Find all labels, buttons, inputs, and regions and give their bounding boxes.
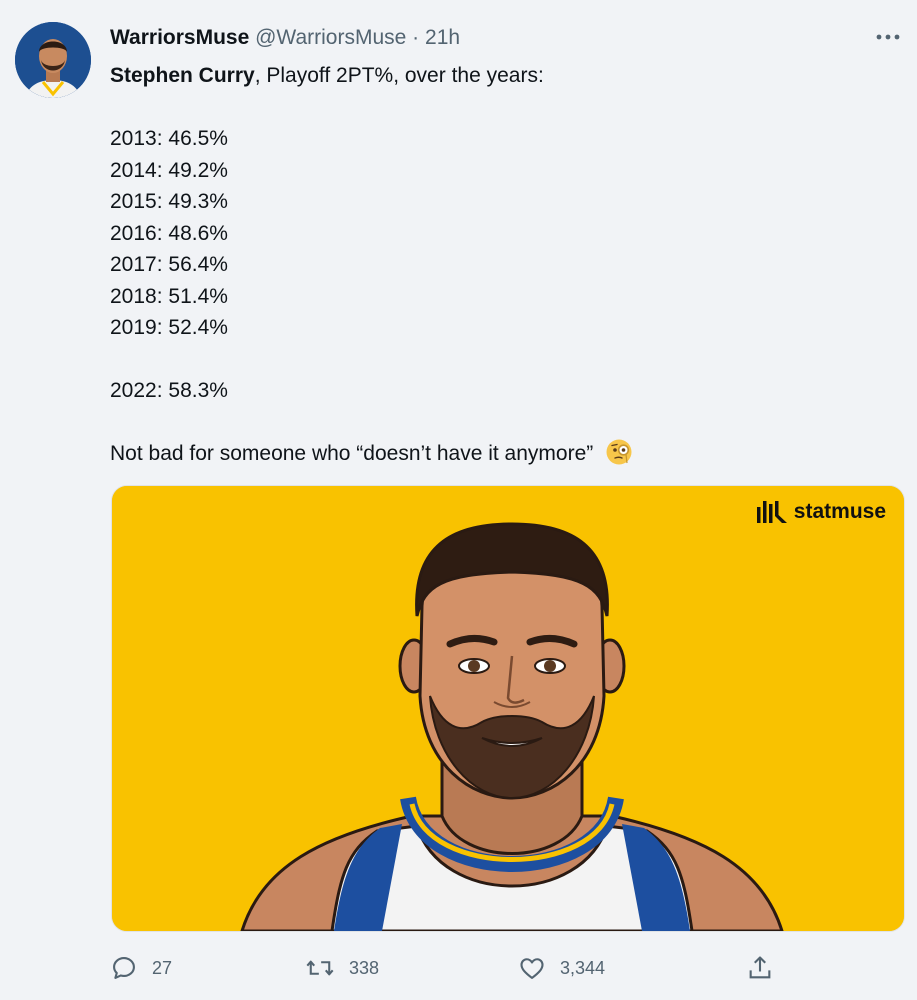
timestamp[interactable]: 21h [425, 26, 460, 49]
avatar[interactable] [15, 22, 91, 98]
share-icon [749, 956, 771, 979]
reply-count: 27 [152, 957, 173, 978]
handle[interactable]: @WarriorsMuse [255, 26, 406, 49]
reply-button[interactable]: 27 [110, 950, 172, 986]
statmuse-wordmark: statmuse [793, 500, 886, 523]
stat-line: 2014: 49.2% [110, 158, 228, 182]
retweet-icon [306, 960, 334, 976]
stat-line-2022: 2022: 58.3% [110, 379, 228, 402]
face-with-monocle-icon [605, 438, 633, 476]
closing-text: Not bad for someone who “doesn’t have it… [110, 442, 594, 465]
like-button[interactable]: 3,344 [518, 950, 605, 986]
player-illustration [112, 486, 904, 931]
heart-icon [520, 958, 544, 979]
more-options-button[interactable] [870, 22, 906, 52]
stat-line: 2013: 46.5% [110, 127, 228, 150]
avatar-portrait-icon [15, 22, 91, 98]
reply-icon [113, 957, 135, 979]
stat-line: 2015: 49.3% [110, 190, 228, 213]
display-name[interactable]: WarriorsMuse [110, 26, 249, 49]
stat-line: 2018: 51.4% [110, 284, 228, 308]
statmuse-logo-icon [756, 501, 787, 523]
separator: · [412, 26, 420, 49]
like-count: 3,344 [560, 957, 606, 978]
share-button[interactable] [746, 950, 774, 986]
player-name[interactable]: Stephen Curry [110, 64, 255, 87]
more-icon [876, 34, 900, 40]
media-image[interactable]: statmuse [111, 485, 905, 932]
retweet-button[interactable]: 338 [305, 950, 379, 986]
retweet-count: 338 [349, 957, 380, 978]
intro-text: , Playoff 2PT%, over the years: [254, 64, 544, 87]
tweet-header: WarriorsMuse @WarriorsMuse · 21h [110, 24, 460, 52]
tweet-text: Stephen Curry, Playoff 2PT%, over the ye… [110, 60, 870, 470]
stat-line: 2019: 52.4% [110, 316, 228, 339]
intro-line: Stephen Curry, Playoff 2PT%, over the ye… [110, 60, 870, 92]
tweet: WarriorsMuse @WarriorsMuse · 21h Stephen… [0, 0, 917, 1000]
stat-line: 2016: 48.6% [110, 221, 228, 245]
statmuse-brand: statmuse [756, 500, 886, 524]
tweet-actions: 27 338 3,344 [110, 950, 790, 986]
closing-line: Not bad for someone who “doesn’t have it… [110, 438, 870, 470]
stat-line: 2017: 56.4% [110, 253, 228, 276]
